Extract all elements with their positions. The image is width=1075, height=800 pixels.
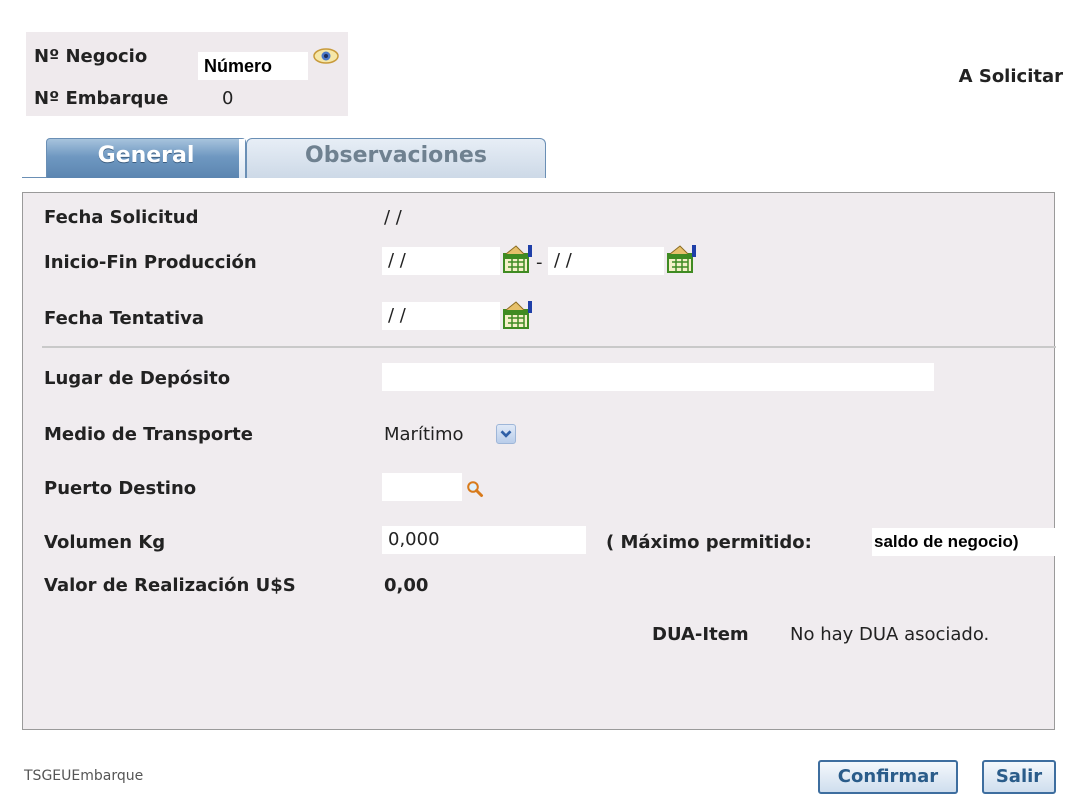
tab-observaciones[interactable]: Observaciones	[246, 138, 546, 178]
volumen-input[interactable]: 0,000	[382, 526, 586, 554]
valor-value: 0,00	[384, 575, 429, 596]
range-separator: -	[536, 252, 543, 273]
calendar-icon[interactable]	[502, 244, 534, 274]
lugar-deposito-input[interactable]	[382, 363, 934, 391]
fecha-tentativa-field[interactable]: / /	[382, 302, 500, 330]
puerto-destino-label: Puerto Destino	[44, 478, 197, 499]
volumen-label: Volumen Kg	[44, 532, 166, 553]
dua-value: No hay DUA asociado.	[790, 624, 990, 645]
negocio-input[interactable]: Número	[198, 52, 308, 80]
inicio-date-field[interactable]: / /	[382, 247, 500, 275]
fecha-solicitud-label: Fecha Solicitud	[44, 207, 199, 228]
section-divider	[42, 346, 1056, 348]
puerto-destino-input[interactable]	[382, 473, 462, 501]
dua-label: DUA-Item	[652, 624, 749, 645]
embarque-value: 0	[222, 88, 234, 109]
form-id-label: TSGEUEmbarque	[24, 768, 144, 784]
tab-baseline	[22, 177, 47, 178]
chevron-down-icon[interactable]	[496, 424, 516, 444]
medio-transporte-label: Medio de Transporte	[44, 424, 253, 445]
inicio-fin-label: Inicio-Fin Producción	[44, 252, 257, 273]
embarque-label: Nº Embarque	[34, 88, 169, 109]
eye-icon[interactable]	[312, 47, 340, 65]
calendar-icon[interactable]	[502, 300, 534, 330]
exit-button[interactable]: Salir	[982, 760, 1056, 794]
maximo-value: saldo de negocio)	[872, 528, 1070, 556]
confirm-button[interactable]: Confirmar	[818, 760, 958, 794]
tab-observaciones-label: Observaciones	[305, 143, 487, 168]
tab-general[interactable]: General	[46, 138, 246, 178]
valor-label: Valor de Realización U$S	[44, 575, 296, 596]
medio-transporte-select[interactable]: Marítimo	[384, 424, 464, 445]
fin-date-field[interactable]: / /	[548, 247, 664, 275]
calendar-icon[interactable]	[666, 244, 698, 274]
lugar-deposito-label: Lugar de Depósito	[44, 368, 231, 389]
fecha-solicitud-value: / /	[384, 207, 402, 228]
status-text: A Solicitar	[958, 66, 1063, 87]
fecha-tentativa-label: Fecha Tentativa	[44, 308, 204, 329]
tab-general-label: General	[97, 143, 195, 168]
tab-edge	[239, 139, 245, 178]
search-icon[interactable]	[466, 480, 484, 498]
maximo-label: ( Máximo permitido:	[606, 532, 812, 553]
negocio-label: Nº Negocio	[34, 46, 148, 67]
